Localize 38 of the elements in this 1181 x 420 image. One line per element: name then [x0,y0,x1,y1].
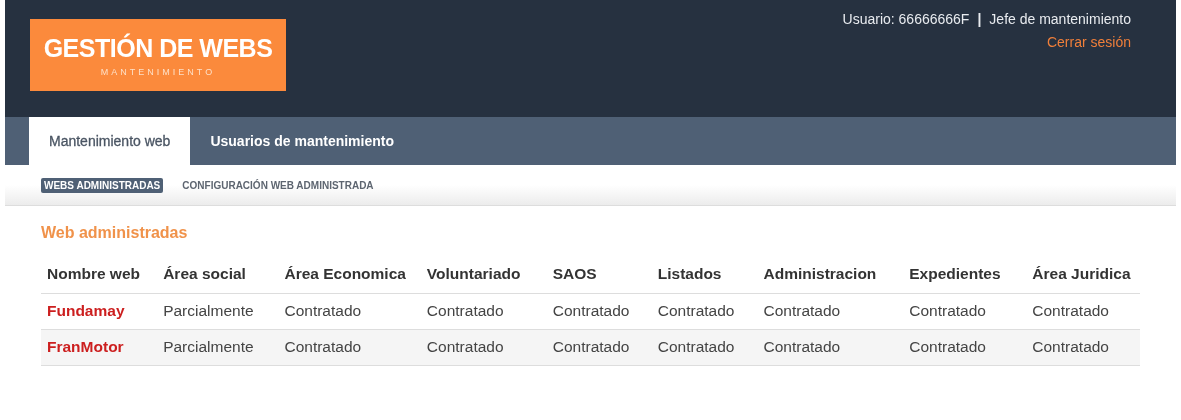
column-header: Voluntariado [420,258,547,294]
table-cell: Parcialmente [157,329,279,366]
column-header: Área Juridica [1026,258,1140,294]
table-cell: Contratado [546,293,652,330]
table-cell: Contratado [651,329,758,366]
logo-title: GESTIÓN DE WEBS [43,33,273,63]
table-cell: Contratado [278,293,421,330]
tab[interactable]: Usuarios de mantenimiento [190,117,414,165]
table-cell: Contratado [546,329,652,366]
section-title: Web administradas [41,224,189,242]
table-cell: Parcialmente [157,293,279,330]
column-header: Administracion [757,258,904,294]
user-id: Usuario: 66666666F [842,11,970,27]
column-header: Área Economica [278,258,421,294]
separator: | [977,11,982,27]
table-cell: Contratado [757,329,904,366]
table-cell: Contratado [1026,293,1140,330]
subnav-link[interactable]: WEBS ADMINISTRADAS [41,177,164,193]
logout-link[interactable]: Cerrar sesión [1046,34,1131,50]
table-cell: Contratado [903,293,1027,330]
table-cell: Contratado [903,329,1027,366]
tab[interactable]: Mantenimiento web [29,117,191,165]
table-cell: Contratado [278,329,421,366]
table-cell: Contratado [757,293,904,330]
user-role: Jefe de mantenimiento [989,11,1131,27]
column-header: Área social [157,258,279,294]
column-header: SAOS [546,258,652,294]
table-cell: Contratado [420,329,547,366]
logo-subtitle: MANTENIMIENTO [100,66,216,77]
web-name-link[interactable]: Fundamay [41,293,158,330]
table-cell: Contratado [1026,329,1140,366]
column-header: Listados [651,258,758,294]
table-cell: Contratado [420,293,547,330]
table-cell: Contratado [651,293,758,330]
web-name-link[interactable]: FranMotor [41,329,158,366]
column-header: Expedientes [903,258,1027,294]
subnav-link[interactable]: CONFIGURACIÓN WEB ADMINISTRADA [179,177,377,193]
column-header: Nombre web [41,258,158,294]
